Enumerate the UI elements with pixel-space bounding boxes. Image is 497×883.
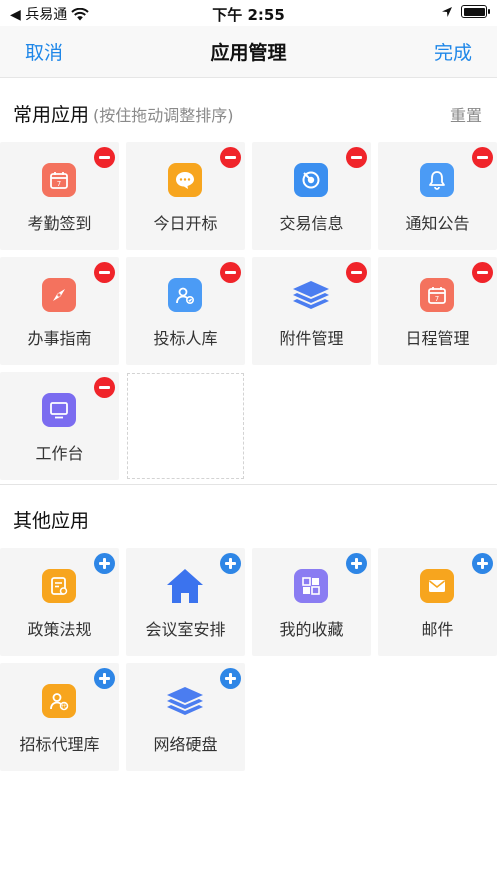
app-tile[interactable]: 代招标代理库 — [0, 663, 119, 771]
grid-icon — [294, 569, 328, 603]
navigation-bar: 取消 应用管理 完成 — [0, 26, 497, 78]
add-app-button[interactable] — [220, 668, 241, 689]
other-apps-header: 其他应用 — [0, 498, 497, 538]
other-apps-title: 其他应用 — [13, 510, 90, 532]
remove-app-button[interactable] — [94, 377, 115, 398]
app-label: 今日开标 — [153, 214, 218, 233]
common-apps-title: 常用应用 — [13, 104, 90, 126]
svg-text:7: 7 — [435, 295, 439, 303]
app-tile[interactable]: 今日开标 — [126, 142, 245, 250]
status-bar: ◀ 兵易通 下午 2:55 — [0, 0, 497, 26]
app-tile[interactable]: 邮件 — [378, 548, 497, 656]
common-apps-title-row: 常用应用 (按住拖动调整排序) — [13, 100, 234, 127]
drag-hint: (按住拖动调整排序) — [93, 106, 234, 125]
page-title: 应用管理 — [210, 42, 287, 64]
app-tile[interactable]: 附件管理 — [252, 257, 371, 365]
house-icon — [163, 566, 207, 606]
drop-placeholder — [127, 373, 244, 479]
app-tile[interactable]: 工作台 — [0, 372, 119, 480]
common-apps-header: 常用应用 (按住拖动调整排序) 重置 — [0, 92, 497, 132]
person-icon — [168, 278, 202, 312]
app-tile[interactable]: 交易信息 — [252, 142, 371, 250]
compass-icon — [42, 278, 76, 312]
section-divider — [0, 484, 497, 485]
remove-app-button[interactable] — [346, 262, 367, 283]
envelope-icon — [420, 569, 454, 603]
app-label: 网络硬盘 — [153, 735, 218, 754]
app-label: 办事指南 — [27, 329, 92, 348]
monitor-icon — [42, 393, 76, 427]
calendar-icon: 7 — [420, 278, 454, 312]
app-label: 交易信息 — [279, 214, 344, 233]
remove-app-button[interactable] — [220, 147, 241, 168]
app-tile[interactable]: 7 日程管理 — [378, 257, 497, 365]
add-app-button[interactable] — [472, 553, 493, 574]
remove-app-button[interactable] — [94, 262, 115, 283]
app-tile[interactable]: 7 考勤签到 — [0, 142, 119, 250]
app-label: 工作台 — [35, 444, 84, 463]
layers-icon — [163, 681, 207, 721]
app-label: 邮件 — [421, 620, 454, 639]
chat-bubble-icon — [168, 163, 202, 197]
add-app-button[interactable] — [220, 553, 241, 574]
done-button[interactable]: 完成 — [434, 38, 472, 65]
target-icon — [294, 163, 328, 197]
app-tile[interactable]: 投标人库 — [126, 257, 245, 365]
app-label: 通知公告 — [405, 214, 470, 233]
clock: 下午 2:55 — [212, 6, 285, 24]
app-tile[interactable]: 政策法规 — [0, 548, 119, 656]
app-label: 附件管理 — [279, 329, 344, 348]
remove-app-button[interactable] — [346, 147, 367, 168]
app-label: 会议室安排 — [145, 620, 226, 639]
remove-app-button[interactable] — [220, 262, 241, 283]
app-label: 日程管理 — [405, 329, 470, 348]
remove-app-button[interactable] — [94, 147, 115, 168]
app-label: 我的收藏 — [279, 620, 344, 639]
reset-button[interactable]: 重置 — [450, 102, 482, 126]
app-tile[interactable]: 办事指南 — [0, 257, 119, 365]
app-label: 投标人库 — [153, 329, 218, 348]
add-app-button[interactable] — [346, 553, 367, 574]
location-arrow-icon — [442, 6, 452, 17]
agent-icon: 代 — [42, 684, 76, 718]
app-tile[interactable]: 会议室安排 — [126, 548, 245, 656]
svg-text:7: 7 — [57, 180, 61, 188]
calendar-icon: 7 — [42, 163, 76, 197]
app-tile[interactable]: 网络硬盘 — [126, 663, 245, 771]
bell-icon — [420, 163, 454, 197]
app-tile[interactable]: 我的收藏 — [252, 548, 371, 656]
battery-icon — [461, 5, 490, 18]
add-app-button[interactable] — [94, 668, 115, 689]
add-app-button[interactable] — [94, 553, 115, 574]
app-label: 考勤签到 — [27, 214, 92, 233]
app-label: 招标代理库 — [19, 735, 100, 754]
remove-app-button[interactable] — [472, 262, 493, 283]
svg-text:代: 代 — [61, 703, 66, 710]
app-tile[interactable]: 通知公告 — [378, 142, 497, 250]
app-label: 政策法规 — [27, 620, 92, 639]
remove-app-button[interactable] — [472, 147, 493, 168]
layers-icon — [289, 275, 333, 315]
document-icon — [42, 569, 76, 603]
